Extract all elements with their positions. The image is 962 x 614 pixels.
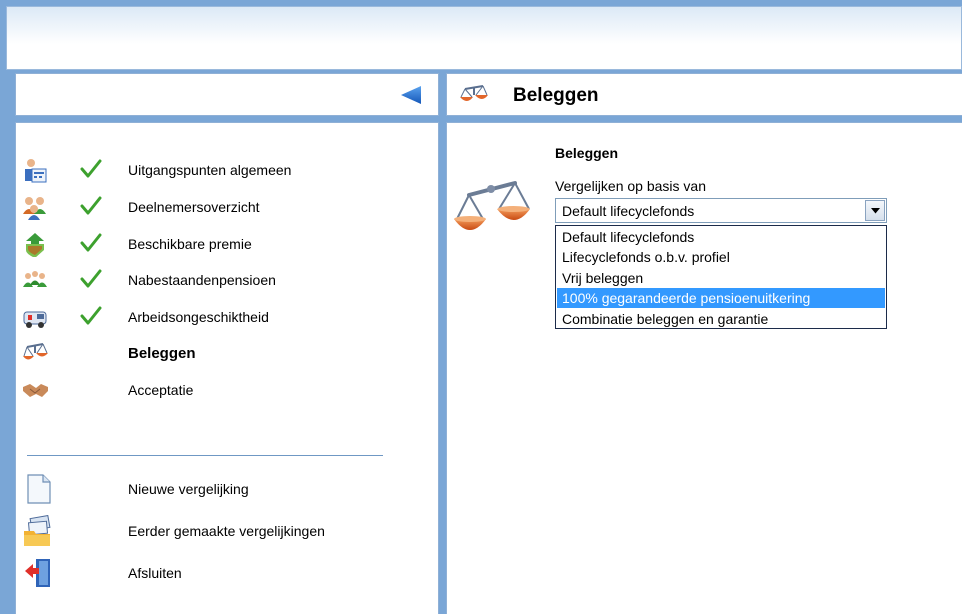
investment-basis-select[interactable]: Default lifecyclefonds xyxy=(555,198,887,223)
sidebar-action-label: Afsluiten xyxy=(128,565,182,581)
dropdown-option[interactable]: Vrij beleggen xyxy=(557,268,885,288)
folder-stack-icon xyxy=(24,515,51,546)
sidebar-step[interactable]: Arbeidsongeschiktheid xyxy=(16,300,436,334)
sidebar-step-label: Beschikbare premie xyxy=(128,236,252,252)
page-title: Beleggen xyxy=(513,85,599,106)
divider xyxy=(27,455,383,456)
checkmark-icon xyxy=(80,269,102,288)
sidebar-step-label: Acceptatie xyxy=(128,382,194,398)
compare-label: Vergelijken op basis van xyxy=(555,178,706,194)
scale-icon xyxy=(23,343,48,360)
sidebar-action[interactable]: Nieuwe vergelijking xyxy=(16,469,436,509)
content-panel: Beleggen Vergelijken op basis van Defaul… xyxy=(446,122,962,614)
exit-door-icon xyxy=(25,559,50,587)
content-header: Beleggen xyxy=(446,73,962,116)
scale-icon xyxy=(454,181,530,230)
triangle-left-icon[interactable] xyxy=(400,85,422,105)
sidebar-action[interactable]: Afsluiten xyxy=(16,553,436,593)
sidebar-step[interactable]: Acceptatie xyxy=(16,373,436,407)
dropdown-button[interactable] xyxy=(865,200,885,221)
sidebar-action-label: Eerder gemaakte vergelijkingen xyxy=(128,523,325,539)
sidebar-action[interactable]: Eerder gemaakte vergelijkingen xyxy=(16,511,436,551)
sidebar-step[interactable]: Uitgangspunten algemeen xyxy=(16,153,436,187)
section-title: Beleggen xyxy=(555,145,619,161)
sidebar-step[interactable]: Nabestaandenpensioen xyxy=(16,263,436,297)
checkmark-icon xyxy=(80,196,102,215)
checkmark-icon xyxy=(80,306,102,325)
dropdown-option-label: Default lifecyclefonds xyxy=(562,229,695,245)
dropdown-option-label: Combinatie beleggen en garantie xyxy=(562,310,769,327)
top-banner xyxy=(6,6,962,70)
family-icon xyxy=(23,271,47,287)
sidebar-step-label: Nabestaandenpensioen xyxy=(128,272,276,288)
dropdown-option-label: Lifecyclefonds o.b.v. profiel xyxy=(562,249,730,266)
sidebar-step[interactable]: Beschikbare premie xyxy=(16,227,436,261)
chevron-down-icon xyxy=(871,208,880,214)
new-document-icon xyxy=(27,474,51,504)
person-calculator-icon xyxy=(25,159,47,183)
group-icon xyxy=(23,197,46,220)
dropdown-option[interactable]: 100% gegarandeerde pensioenuitkering xyxy=(557,288,885,309)
sidebar-panel: Uitgangspunten algemeen Deelnemersoverzic… xyxy=(15,122,439,614)
sidebar-action-label: Nieuwe vergelijking xyxy=(128,481,249,497)
sidebar-step-label: Uitgangspunten algemeen xyxy=(128,162,292,178)
dropdown-option[interactable]: Combinatie beleggen en garantie xyxy=(557,309,885,329)
sidebar-header xyxy=(15,73,439,116)
scale-icon xyxy=(460,85,488,101)
sidebar-step-label: Beleggen xyxy=(128,345,196,362)
select-value: Default lifecyclefonds xyxy=(562,203,695,219)
dropdown-option[interactable]: Default lifecyclefonds xyxy=(557,227,885,247)
dropdown-option-label: 100% gegarandeerde pensioenuitkering xyxy=(562,290,811,307)
handshake-icon xyxy=(23,384,48,397)
dropdown-list: Default lifecyclefonds Lifecyclefonds o.b… xyxy=(555,225,887,329)
sidebar-step-label: Arbeidsongeschiktheid xyxy=(128,309,269,325)
dropdown-option[interactable]: Lifecyclefonds o.b.v. profiel xyxy=(557,247,885,267)
ambulance-icon xyxy=(23,311,47,328)
shield-arrow-icon xyxy=(26,233,44,257)
dropdown-option-label: Vrij beleggen xyxy=(562,269,644,286)
checkmark-icon xyxy=(80,159,102,178)
sidebar-step[interactable]: Beleggen xyxy=(16,337,436,371)
sidebar-step-label: Deelnemersoverzicht xyxy=(128,199,260,215)
sidebar-step[interactable]: Deelnemersoverzicht xyxy=(16,190,436,224)
checkmark-icon xyxy=(80,233,102,252)
